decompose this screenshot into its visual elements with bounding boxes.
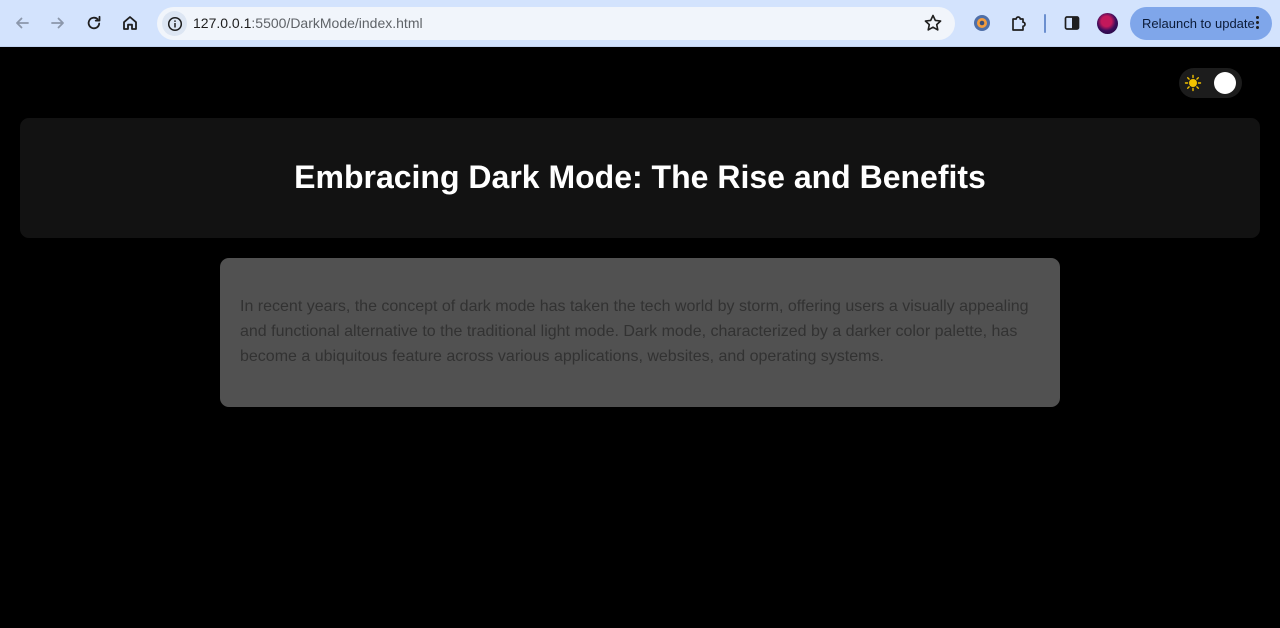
back-arrow-icon [16, 17, 29, 29]
forward-button[interactable] [43, 8, 73, 38]
extensions-button[interactable] [1006, 10, 1032, 36]
url-host: 127.0.0.1 [193, 15, 252, 31]
hero-banner: Embracing Dark Mode: The Rise and Benefi… [20, 118, 1260, 238]
theme-toggle[interactable] [1179, 68, 1242, 98]
url-path: :5500/DarkMode/index.html [251, 15, 423, 31]
intro-paragraph: In recent years, the concept of dark mod… [240, 298, 1029, 365]
address-bar[interactable]: 127.0.0.1:5500/DarkMode/index.html [157, 7, 955, 40]
site-info-icon [167, 16, 182, 31]
page-body: Embracing Dark Mode: The Rise and Benefi… [0, 47, 1280, 628]
relaunch-button[interactable]: Relaunch to update [1130, 7, 1272, 40]
forward-arrow-icon [51, 17, 64, 29]
page-title: Embracing Dark Mode: The Rise and Benefi… [294, 158, 986, 195]
url-text[interactable]: 127.0.0.1:5500/DarkMode/index.html [193, 15, 423, 31]
reload-button[interactable] [79, 8, 109, 38]
extension-shield-icon [974, 15, 990, 31]
site-info-button[interactable] [162, 11, 187, 36]
extension-button[interactable] [969, 10, 995, 36]
relaunch-label: Relaunch to update [1142, 16, 1255, 31]
home-button[interactable] [115, 8, 145, 38]
extensions-puzzle-icon [1012, 16, 1026, 31]
bookmark-button[interactable] [923, 13, 943, 38]
reload-icon [87, 15, 101, 30]
bookmark-star-icon [924, 14, 942, 31]
content-card: In recent years, the concept of dark mod… [220, 258, 1060, 407]
back-button[interactable] [7, 8, 37, 38]
profile-avatar[interactable] [1097, 13, 1118, 34]
browser-toolbar: 127.0.0.1:5500/DarkMode/index.html Relau… [0, 0, 1280, 47]
home-icon [123, 16, 137, 30]
side-panel-icon [1064, 16, 1080, 30]
sun-icon [1184, 74, 1202, 92]
side-panel-button[interactable] [1059, 10, 1085, 36]
more-vert-icon[interactable] [1256, 16, 1260, 31]
toggle-knob[interactable] [1214, 72, 1236, 94]
toolbar-divider [1044, 14, 1046, 33]
